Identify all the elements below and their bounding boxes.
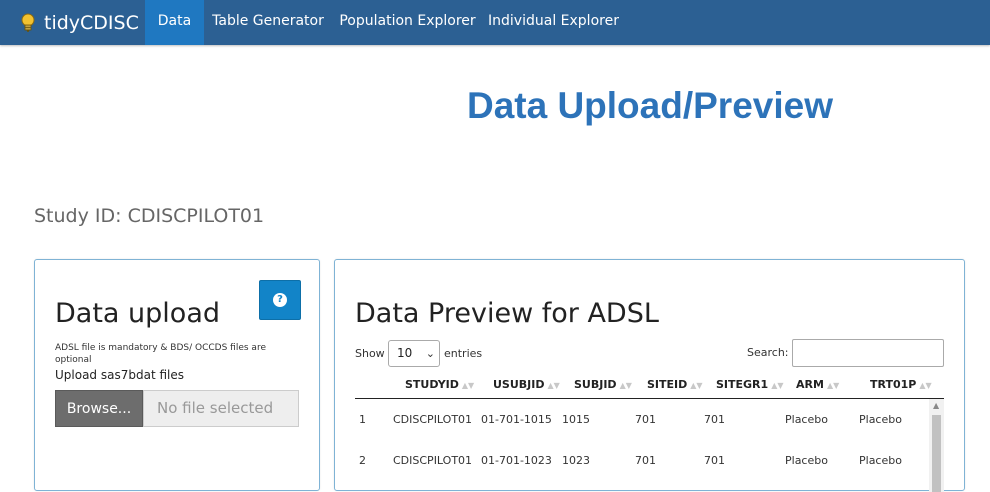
- row-index: 2: [359, 454, 366, 467]
- table-cell: CDISCPILOT01: [393, 454, 473, 467]
- search-label: Search:: [747, 346, 789, 359]
- column-header-arm[interactable]: ARM ▲▼: [796, 372, 839, 398]
- tab-data[interactable]: Data: [145, 0, 204, 45]
- entries-label: entries: [444, 347, 483, 360]
- data-table: STUDYID ▲▼ USUBJID ▲▼ SUBJID ▲▼ SITEID ▲▼ SI…: [355, 372, 944, 492]
- file-name-field[interactable]: No file selected: [143, 390, 299, 427]
- preview-panel: Data Preview for ADSL Show 10 ⌄ entries …: [334, 259, 965, 492]
- table-cell: CDISCPILOT01: [393, 413, 473, 426]
- lightbulb-icon: [21, 13, 35, 32]
- brand[interactable]: tidyCDISC: [20, 0, 139, 45]
- upload-note: ADSL file is mandatory & BDS/ OCCDS file…: [55, 343, 266, 365]
- page-length-select[interactable]: 10 ⌄: [388, 340, 440, 367]
- table-cell: 01-701-1015: [481, 413, 552, 426]
- file-input-group: Browse... No file selected: [55, 390, 299, 427]
- column-header-siteid[interactable]: SITEID ▲▼: [647, 372, 703, 398]
- sort-icon: ▲▼: [771, 381, 784, 390]
- table-cell: 701: [704, 454, 725, 467]
- study-id: Study ID: CDISCPILOT01: [34, 205, 265, 227]
- tab-population-explorer[interactable]: Population Explorer: [332, 0, 483, 45]
- sort-icon: ▲▼: [547, 381, 560, 390]
- sort-icon: ▲▼: [919, 381, 932, 390]
- column-header-studyid[interactable]: STUDYID ▲▼: [405, 372, 474, 398]
- help-button[interactable]: ?: [259, 280, 301, 320]
- brand-name: tidyCDISC: [44, 11, 139, 34]
- table-cell: 01-701-1023: [481, 454, 552, 467]
- table-cell: Placebo: [785, 454, 828, 467]
- table-row[interactable]: 2 CDISCPILOT01 01-701-1023 1023 701 701 …: [355, 440, 929, 481]
- table-cell: 701: [704, 413, 725, 426]
- tab-table-generator[interactable]: Table Generator: [204, 0, 332, 45]
- page-title: Data Upload/Preview: [466, 85, 833, 126]
- scroll-up-icon[interactable]: ▲: [933, 401, 939, 410]
- table-cell: 1023: [562, 454, 590, 467]
- navbar: tidyCDISC Data Table Generator Populatio…: [0, 0, 990, 45]
- show-label: Show: [355, 347, 385, 360]
- sort-icon: ▲▼: [619, 381, 632, 390]
- browse-button[interactable]: Browse...: [55, 390, 143, 427]
- upload-title: Data upload: [55, 298, 221, 329]
- upload-panel: ? Data upload ADSL file is mandatory & B…: [34, 259, 320, 491]
- sort-icon: ▲▼: [461, 381, 475, 390]
- column-header-trt01p[interactable]: TRT01P ▲▼: [870, 372, 932, 398]
- sort-icon: ▲▼: [826, 381, 840, 390]
- column-header-subjid[interactable]: SUBJID ▲▼: [574, 372, 632, 398]
- preview-title: Data Preview for ADSL: [355, 298, 659, 329]
- table-cell: 701: [635, 413, 656, 426]
- sort-icon: ▲▼: [690, 381, 703, 390]
- question-circle-icon: ?: [273, 293, 287, 307]
- table-cell: 1015: [562, 413, 590, 426]
- table-cell: 701: [635, 454, 656, 467]
- scroll-thumb[interactable]: [932, 415, 941, 492]
- column-header-sitegr1[interactable]: SITEGR1 ▲▼: [716, 372, 784, 398]
- upload-label: Upload sas7bdat files: [55, 368, 184, 382]
- table-cell: Placebo: [785, 413, 828, 426]
- table-row[interactable]: 1 CDISCPILOT01 01-701-1015 1015 701 701 …: [355, 399, 929, 440]
- tab-individual-explorer[interactable]: Individual Explorer: [483, 0, 624, 45]
- page-length-value: 10: [397, 346, 413, 360]
- column-header-usubjid[interactable]: USUBJID ▲▼: [493, 372, 560, 398]
- search-input[interactable]: [792, 339, 944, 367]
- chevron-down-icon: ⌄: [425, 347, 435, 360]
- table-cell: Placebo: [859, 413, 902, 426]
- row-index: 1: [359, 413, 366, 426]
- table-cell: Placebo: [859, 454, 902, 467]
- table-scrollbar[interactable]: ▲: [929, 399, 944, 492]
